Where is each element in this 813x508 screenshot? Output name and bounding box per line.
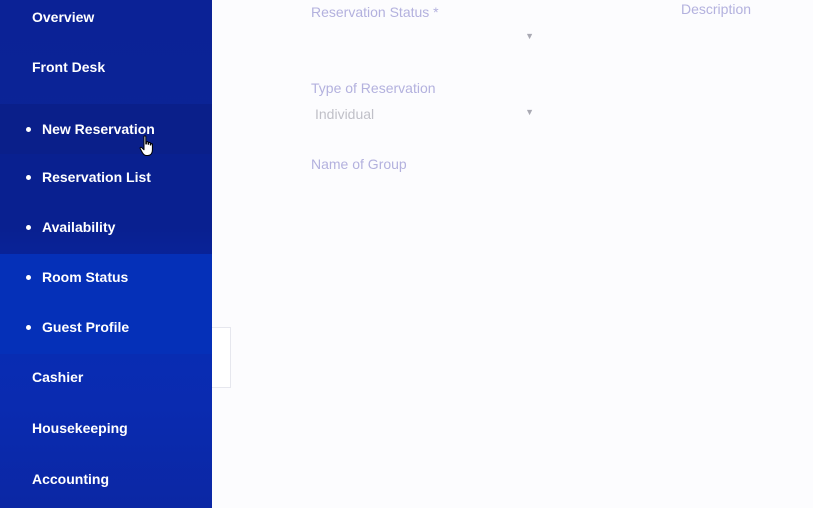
- sidebar-item-cashier[interactable]: Cashier: [0, 352, 212, 402]
- sidebar-subitem-reservation-list[interactable]: Reservation List: [0, 152, 212, 202]
- sidebar-item-label: Housekeeping: [32, 420, 128, 436]
- bullet-icon: [26, 174, 31, 180]
- sidebar-item-housekeeping[interactable]: Housekeeping: [0, 403, 212, 453]
- description-label: Description: [681, 1, 752, 17]
- bullet-icon: [26, 224, 31, 230]
- reservation-form: Reservation Status * ▼ Type of Reservati…: [212, 0, 813, 508]
- reservation-type-label: Type of Reservation: [311, 80, 436, 96]
- reservation-status-select[interactable]: ▼: [311, 28, 537, 50]
- bullet-icon: [26, 126, 31, 132]
- hand-pointer-icon: [139, 135, 153, 156]
- sidebar-item-label: Guest Profile: [42, 319, 130, 335]
- sidebar-subitem-guest-profile[interactable]: Guest Profile: [0, 302, 212, 352]
- sidebar-item-label: Availability: [42, 219, 116, 235]
- sidebar-subitem-new-reservation[interactable]: New Reservation: [0, 104, 212, 154]
- triangle-down-icon: ▼: [525, 31, 534, 41]
- sidebar-item-front-desk[interactable]: Front Desk: [0, 42, 212, 92]
- sidebar-item-label: Accounting: [32, 471, 109, 487]
- sidebar-item-overview[interactable]: Overview: [0, 0, 212, 42]
- sidebar-subitem-availability[interactable]: Availability: [0, 202, 212, 252]
- sidebar-item-label: New Reservation: [42, 121, 155, 137]
- reservation-type-value: Individual: [315, 106, 375, 122]
- sidebar: Overview Front Desk New Reservation Rese…: [0, 0, 212, 508]
- sidebar-item-accounting[interactable]: Accounting: [0, 454, 212, 504]
- reservation-status-label: Reservation Status *: [311, 4, 439, 20]
- triangle-down-icon: ▼: [525, 107, 534, 117]
- sidebar-item-label: Room Status: [42, 269, 129, 285]
- sidebar-item-label: Cashier: [32, 369, 84, 385]
- bullet-icon: [26, 324, 31, 330]
- reservation-type-select[interactable]: Individual ▼: [311, 104, 537, 126]
- sidebar-item-label: Front Desk: [32, 59, 106, 75]
- sidebar-item-label: Overview: [32, 9, 95, 25]
- group-name-label: Name of Group: [311, 156, 407, 172]
- sidebar-subitem-room-status[interactable]: Room Status: [0, 252, 212, 302]
- bullet-icon: [26, 274, 31, 280]
- sidebar-item-label: Reservation List: [42, 169, 151, 185]
